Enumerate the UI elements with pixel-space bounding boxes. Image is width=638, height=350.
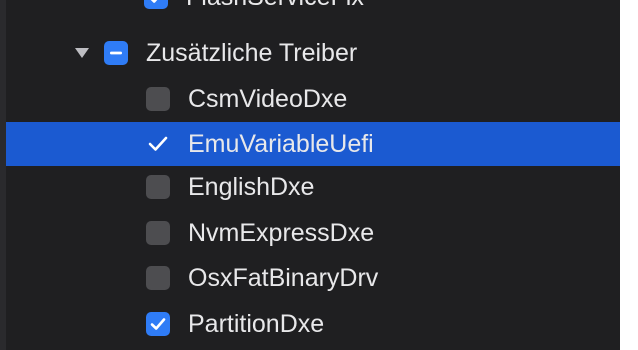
- checkbox-checked[interactable]: [146, 312, 170, 336]
- tree-row-zusatzliche-treiber[interactable]: Zusätzliche Treiber: [6, 31, 620, 75]
- tree-row-label: OsxFatBinaryDrv: [188, 264, 379, 292]
- tree-row-flashservicefix[interactable]: FlashServiceFix: [6, 0, 620, 19]
- checkmark-icon: [150, 0, 158, 3]
- tree-row-emuvariableuefi[interactable]: EmuVariableUefi: [6, 122, 620, 166]
- checkbox-unchecked[interactable]: [146, 266, 170, 290]
- tree-row-label: Zusätzliche Treiber: [146, 39, 358, 67]
- checkmark-icon: [148, 136, 168, 151]
- checkbox-checked[interactable]: [144, 0, 168, 9]
- tree-row-label: FlashServiceFix: [186, 0, 364, 19]
- tree-row-partitiondxe[interactable]: PartitionDxe: [6, 302, 620, 346]
- checkbox-unchecked[interactable]: [146, 87, 170, 111]
- tree-row-label: EmuVariableUefi: [188, 130, 374, 158]
- driver-tree: FlashServiceFix Zusätzliche Treiber CsmV…: [0, 0, 620, 350]
- tree-row-label: CsmVideoDxe: [188, 85, 348, 113]
- tree-row-csmvideodxe[interactable]: CsmVideoDxe: [6, 77, 620, 121]
- tree-row-label: NvmExpressDxe: [188, 219, 375, 247]
- checkbox-checked[interactable]: [146, 132, 170, 156]
- tree-row-osxfatbinarydrv[interactable]: OsxFatBinaryDrv: [6, 256, 620, 300]
- checkbox-unchecked[interactable]: [146, 221, 170, 245]
- tree-row-nvmexpressdxe[interactable]: NvmExpressDxe: [6, 211, 620, 255]
- minus-icon: [110, 51, 122, 55]
- checkbox-unchecked[interactable]: [146, 175, 170, 199]
- tree-row-englishdxe[interactable]: EnglishDxe: [6, 165, 620, 209]
- checkmark-icon: [150, 318, 166, 330]
- tree-row-label: PartitionDxe: [188, 310, 325, 338]
- disclosure-triangle-icon[interactable]: [72, 43, 92, 63]
- checkbox-mixed[interactable]: [104, 41, 128, 65]
- tree-row-label: EnglishDxe: [188, 173, 315, 201]
